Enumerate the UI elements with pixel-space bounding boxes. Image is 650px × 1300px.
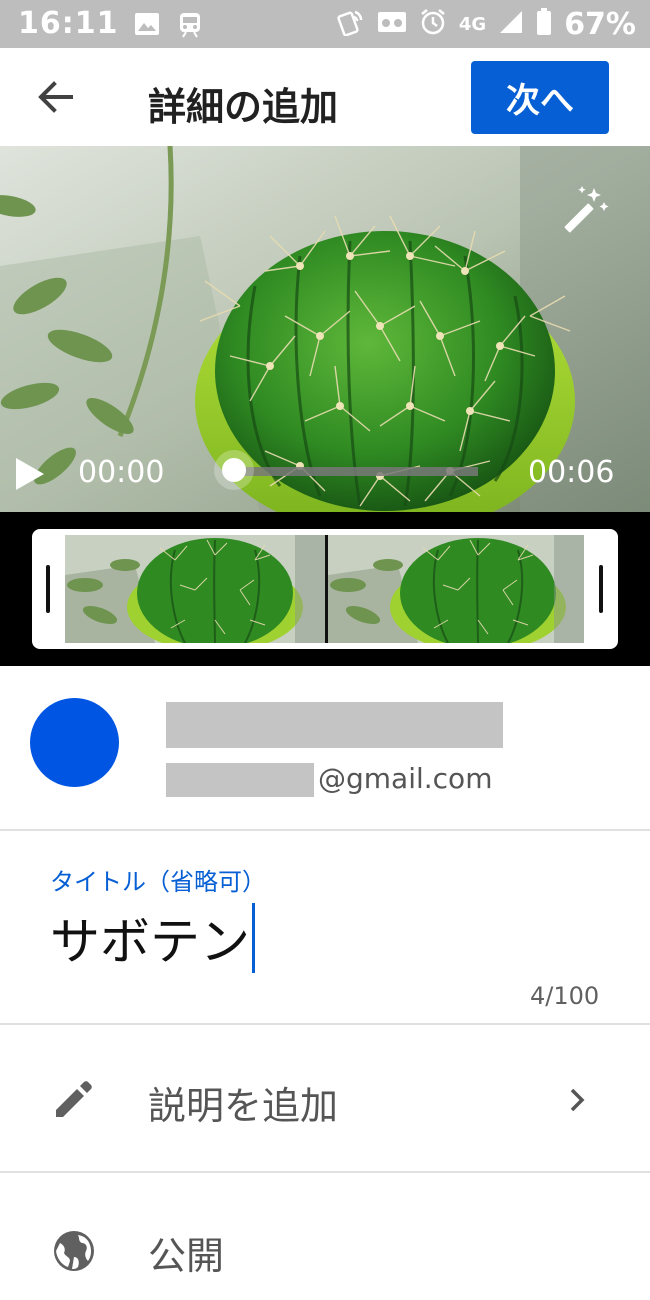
video-preview[interactable]: 00:00 00:06 [0,146,650,512]
title-label: タイトル（省略可） [50,868,266,896]
text-cursor [252,903,255,973]
seek-bar[interactable] [236,467,478,476]
visibility-label: 公開 [148,1234,225,1278]
avatar [30,698,119,787]
play-button[interactable] [12,456,48,492]
trim-handle-right[interactable] [599,565,603,613]
duration: 00:06 [528,455,615,490]
current-time: 00:00 [78,455,165,490]
signal-icon [498,9,524,39]
title-value: サボテン [50,913,250,971]
network-type: 4G [458,13,487,35]
app-bar: 詳細の追加 次へ [0,48,650,146]
arrow-left-icon [38,81,73,113]
divider [0,829,650,831]
back-button[interactable] [30,74,80,120]
account-name-redacted [166,702,503,748]
trim-handle-left[interactable] [46,565,50,613]
chevron-right-icon [570,1088,585,1112]
globe-icon [54,1231,94,1271]
play-icon [16,458,44,490]
magic-wand-button[interactable] [556,182,612,238]
thumbnail-frame [65,535,325,643]
battery-icon [536,8,552,40]
next-button[interactable]: 次へ [471,61,609,134]
visibility-row[interactable]: 公開 [0,1173,650,1300]
trim-frame[interactable] [32,529,618,649]
thumbnail-frame [328,535,584,643]
add-description-row[interactable]: 説明を追加 [0,1025,650,1173]
battery-percent: 67% [564,6,636,42]
account-section: @gmail.com [0,666,650,830]
status-bar: 16:11 4G 67% [0,0,650,48]
character-count: 4/100 [530,982,600,1010]
title-input[interactable]: サボテン [50,902,255,974]
nfc-icon [337,8,365,40]
alarm-icon [419,8,447,40]
email-user-redacted [166,763,314,797]
voicemail-icon [377,10,407,38]
page-title: 詳細の追加 [148,85,339,129]
gallery-icon [134,12,160,40]
train-icon [178,12,202,42]
trim-area [0,512,650,666]
pencil-icon [56,1081,92,1117]
magic-wand-icon [564,186,609,233]
status-time: 16:11 [18,6,119,41]
email-domain: @gmail.com [318,762,493,795]
seek-handle[interactable] [222,458,246,482]
add-description-label: 説明を追加 [148,1084,339,1128]
